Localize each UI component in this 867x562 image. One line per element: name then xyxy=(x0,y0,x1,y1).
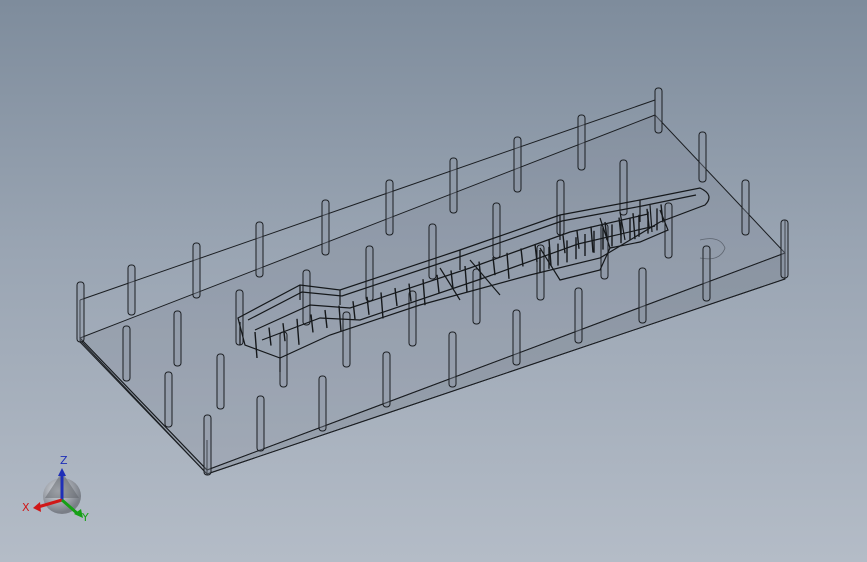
guide-pin xyxy=(448,331,457,388)
guide-pin xyxy=(365,245,374,302)
guide-pin xyxy=(173,310,182,367)
mold-base-model[interactable] xyxy=(0,0,867,562)
z-axis-label: Z xyxy=(60,454,68,467)
guide-pin xyxy=(698,131,707,183)
guide-pin xyxy=(318,375,327,432)
guide-pin xyxy=(512,309,521,366)
guide-pin xyxy=(164,371,173,428)
guide-pin xyxy=(472,268,481,325)
graphics-viewport[interactable]: Z X Y xyxy=(0,0,867,562)
guide-pin xyxy=(702,245,711,302)
guide-pin xyxy=(741,179,750,236)
guide-pin xyxy=(428,223,437,280)
guide-pin xyxy=(638,267,647,324)
y-axis-label: Y xyxy=(81,511,89,524)
guide-pin xyxy=(780,219,789,279)
guide-pin xyxy=(321,199,330,256)
guide-pin xyxy=(492,202,501,259)
guide-pin xyxy=(302,269,311,326)
guide-pin xyxy=(279,331,288,388)
guide-pin xyxy=(449,157,458,214)
guide-pin xyxy=(192,242,201,299)
guide-pin xyxy=(654,87,663,134)
guide-pin xyxy=(216,353,225,410)
guide-pin xyxy=(127,264,136,316)
guide-pin xyxy=(619,159,628,216)
guide-pin xyxy=(385,179,394,236)
guide-pin xyxy=(574,287,583,344)
guide-pin xyxy=(513,136,522,193)
guide-pin xyxy=(203,414,212,476)
guide-pin xyxy=(122,325,131,382)
guide-pin xyxy=(382,351,391,408)
reference-triad[interactable]: Z X Y xyxy=(0,0,120,562)
guide-pin xyxy=(256,395,265,452)
guide-pin xyxy=(577,114,586,171)
x-axis-label: X xyxy=(22,501,30,514)
guide-pin xyxy=(342,311,351,368)
guide-pin xyxy=(255,221,264,278)
